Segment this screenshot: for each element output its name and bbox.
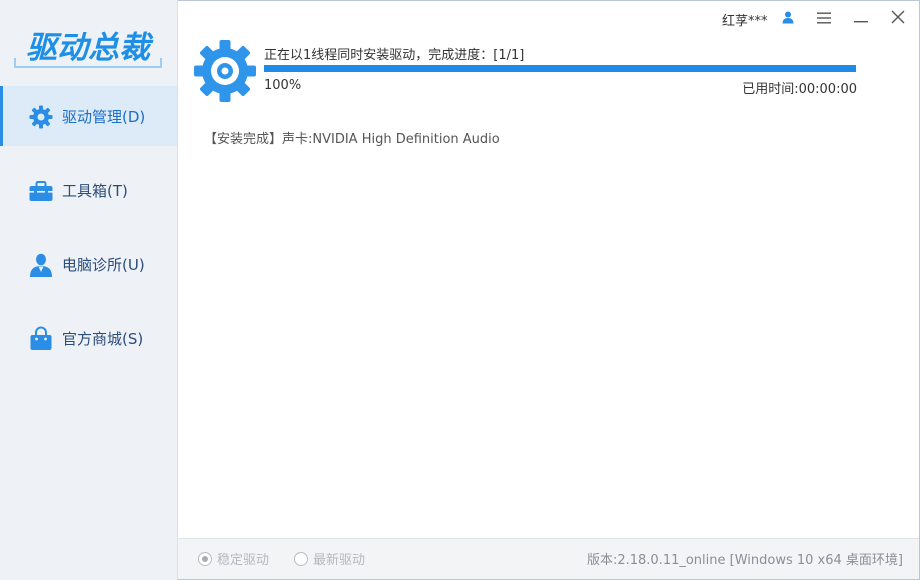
user-name[interactable]: 红莩***	[722, 10, 768, 29]
user-icon	[781, 9, 795, 28]
radio-latest-driver[interactable]: 最新驱动	[294, 549, 365, 568]
sidebar-item-label: 官方商城(S)	[62, 330, 144, 348]
user-button[interactable]	[776, 6, 800, 30]
sidebar-item-official-store[interactable]: 官方商城(S)	[0, 308, 177, 368]
sidebar-item-toolbox[interactable]: 工具箱(T)	[0, 160, 177, 220]
version-info: 版本:2.18.0.11_online [Windows 10 x64 桌面环境…	[586, 553, 903, 568]
doctor-icon	[28, 252, 54, 278]
app-logo: 驱动总裁	[14, 12, 164, 74]
menu-button[interactable]	[812, 6, 836, 30]
sidebar-item-label: 电脑诊所(U)	[62, 256, 145, 274]
close-button[interactable]	[886, 6, 910, 30]
logo-text: 驱动总裁	[26, 30, 150, 66]
sidebar-item-driver-management[interactable]: 驱动管理(D)	[0, 86, 177, 146]
installing-gear-icon	[192, 38, 258, 104]
toolbox-icon	[28, 178, 54, 204]
sidebar-item-pc-clinic[interactable]: 电脑诊所(U)	[0, 234, 177, 294]
radio-label: 稳定驱动	[217, 553, 270, 568]
radio-label: 最新驱动	[313, 553, 366, 568]
sidebar-item-label: 工具箱(T)	[62, 182, 128, 200]
title-bar: 红莩***	[178, 0, 920, 34]
gear-icon	[28, 104, 54, 130]
install-status-text: 正在以1线程同时安装驱动，完成进度：[1/1]	[264, 48, 525, 63]
close-icon	[891, 9, 905, 28]
sidebar: 驱动总裁 驱动管理(D) 工具箱(T) 电脑诊所(U) 官方商城(S)	[0, 0, 178, 580]
menu-icon	[817, 9, 831, 28]
install-log-line: 【安装完成】声卡:NVIDIA High Definition Audio	[204, 132, 500, 147]
elapsed-time: 已用时间:00:00:00	[742, 82, 857, 97]
status-bar: 稳定驱动 最新驱动 版本:2.18.0.11_online [Windows 1…	[178, 538, 919, 579]
radio-button-checked	[198, 551, 212, 566]
install-progress-fill	[264, 65, 856, 72]
radio-button-unchecked	[294, 551, 308, 566]
logo-underline	[14, 66, 162, 68]
minimize-button[interactable]	[849, 6, 873, 30]
install-progress-bar	[264, 65, 856, 72]
logo-corner-left	[14, 58, 16, 68]
radio-stable-driver[interactable]: 稳定驱动	[198, 549, 269, 568]
minimize-icon	[854, 9, 868, 28]
logo-corner-right	[160, 58, 162, 68]
progress-percent: 100%	[264, 78, 302, 93]
sidebar-item-label: 驱动管理(D)	[62, 108, 146, 126]
shopping-bag-icon	[28, 326, 54, 352]
